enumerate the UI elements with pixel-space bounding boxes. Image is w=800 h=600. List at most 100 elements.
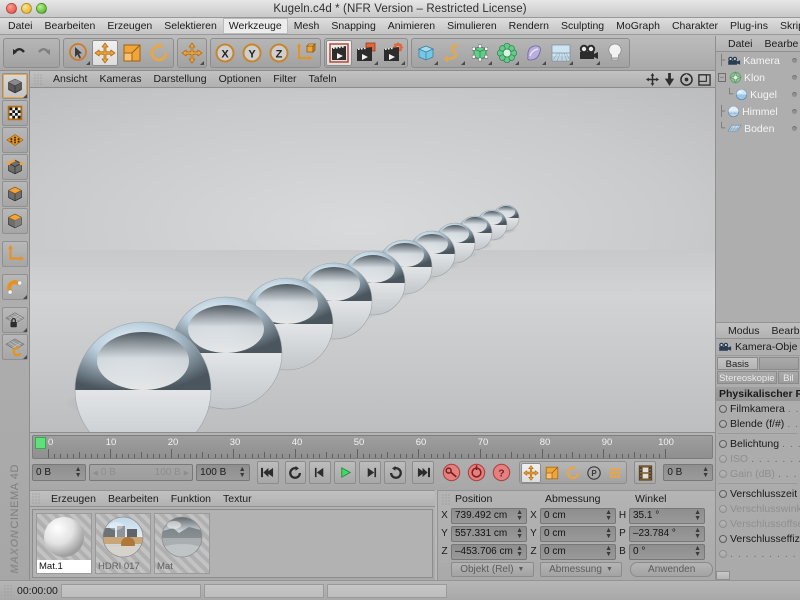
- loop-mode-button[interactable]: [284, 461, 307, 484]
- menu-plugins[interactable]: Plug-ins: [724, 18, 774, 34]
- viewport-menu-ansicht[interactable]: Ansicht: [47, 73, 93, 85]
- key-scale-button[interactable]: [542, 463, 562, 483]
- checkbox-icon[interactable]: [719, 489, 727, 498]
- object-row-himmel[interactable]: ├ Himmel: [716, 103, 800, 120]
- key-rotation-button[interactable]: [563, 463, 583, 483]
- size-x-input[interactable]: 0 cm ▲ ▼: [540, 507, 616, 524]
- go-to-end-button[interactable]: [412, 461, 435, 484]
- panel-grip[interactable]: [4, 585, 13, 596]
- object-row-klon[interactable]: − Klon: [716, 69, 800, 86]
- scale-tool-button[interactable]: [119, 40, 145, 66]
- stepper-icon[interactable]: ▲ ▼: [516, 509, 523, 522]
- tab-stereoskopie[interactable]: Stereoskopie: [717, 371, 777, 384]
- viewport-menu-filter[interactable]: Filter: [267, 73, 302, 85]
- go-to-start-button[interactable]: [256, 461, 279, 484]
- visibility-dot[interactable]: [792, 126, 797, 131]
- material-menu-funktion[interactable]: Funktion: [165, 493, 217, 505]
- object-row-kamera[interactable]: ├ Kamera: [716, 52, 800, 69]
- property-filmkamera[interactable]: Filmkamera . . . .: [716, 401, 800, 416]
- model-mode-button[interactable]: [1, 73, 28, 99]
- key-parameter-button[interactable]: P: [584, 463, 604, 483]
- autokey-button[interactable]: [466, 461, 488, 484]
- visibility-dot[interactable]: [792, 92, 797, 97]
- size-mode-dropdown[interactable]: Abmessung ▼: [539, 562, 623, 577]
- lock-y-axis-button[interactable]: Y: [239, 40, 265, 66]
- object-menu-datei[interactable]: Datei: [722, 38, 759, 50]
- menu-werkzeuge[interactable]: Werkzeuge: [222, 18, 288, 34]
- viewport-menu-kameras[interactable]: Kameras: [93, 73, 147, 85]
- object-tree[interactable]: ├ Kamera − Klon └ Kugel ├ Himmel └ Boden: [716, 52, 800, 322]
- spline-button[interactable]: [440, 40, 466, 66]
- visibility-dot[interactable]: [792, 75, 797, 80]
- undo-button[interactable]: [5, 40, 31, 66]
- object-tags[interactable]: [792, 69, 797, 86]
- rotate-tool-button[interactable]: [146, 40, 172, 66]
- loop-back-button[interactable]: [384, 461, 407, 484]
- angle-b-input[interactable]: 0 ° ▲ ▼: [629, 543, 705, 560]
- modeling-object-button[interactable]: [494, 40, 520, 66]
- timeline-panel-button[interactable]: [634, 461, 657, 484]
- pos-z-input[interactable]: –453.706 cm ▲ ▼: [451, 543, 527, 560]
- tab-bild[interactable]: Bil: [777, 371, 799, 384]
- menu-bearbeiten[interactable]: Bearbeiten: [39, 18, 102, 34]
- property-blende[interactable]: Blende (f/#) . . . .: [716, 416, 800, 431]
- menu-mograph[interactable]: MoGraph: [610, 18, 666, 34]
- stepper-icon[interactable]: ▲ ▼: [694, 527, 701, 540]
- object-tags[interactable]: [792, 86, 797, 103]
- preview-range-field[interactable]: ◀ 0 B 100 B ▶: [88, 464, 194, 481]
- apply-button[interactable]: Anwenden: [630, 562, 714, 577]
- keyframe-select-button[interactable]: ?: [491, 461, 513, 484]
- render-settings-button[interactable]: [380, 40, 406, 66]
- timeline-ruler[interactable]: 0 10 20 30 40 50 60 70 80 90 100: [32, 435, 713, 459]
- render-view-button[interactable]: [326, 39, 352, 66]
- material-menu-textur[interactable]: Textur: [217, 493, 258, 505]
- panel-grip[interactable]: [32, 493, 41, 504]
- render-picture-viewer-button[interactable]: [353, 40, 379, 66]
- attribute-menu-bearbeiten[interactable]: Bearb: [766, 325, 800, 337]
- object-tags[interactable]: [792, 103, 797, 120]
- pos-y-input[interactable]: 557.331 cm ▲ ▼: [451, 525, 527, 542]
- tab-extra-1[interactable]: [758, 357, 799, 370]
- primitive-cube-button[interactable]: [413, 40, 439, 66]
- coordinate-space-dropdown[interactable]: Objekt (Rel) ▼: [451, 562, 534, 577]
- step-forward-button[interactable]: [359, 461, 382, 484]
- world-axis-button[interactable]: [1, 241, 28, 267]
- viewport-3d[interactable]: [30, 88, 715, 433]
- stepper-icon[interactable]: ▲ ▼: [702, 466, 709, 479]
- environment-button[interactable]: [548, 40, 574, 66]
- current-frame-field[interactable]: 0 B ▲ ▼: [32, 464, 86, 481]
- edges-mode-button[interactable]: [1, 154, 28, 180]
- material-name[interactable]: Mat.1: [37, 560, 91, 573]
- checkbox-icon[interactable]: [719, 404, 727, 413]
- stepper-icon[interactable]: ▲ ▼: [605, 545, 612, 558]
- stepper-icon[interactable]: ▲ ▼: [605, 527, 612, 540]
- size-z-input[interactable]: 0 cm ▲ ▼: [540, 543, 616, 560]
- material-menu-bearbeiten[interactable]: Bearbeiten: [102, 493, 165, 505]
- maximize-icon[interactable]: [698, 73, 711, 86]
- stepper-icon[interactable]: ▲ ▼: [694, 545, 701, 558]
- lock-z-axis-button[interactable]: Z: [266, 40, 292, 66]
- checkbox-icon[interactable]: [719, 419, 727, 428]
- lock-workplane-button[interactable]: [1, 307, 28, 333]
- property-belichtung[interactable]: Belichtung . . . . .: [716, 436, 800, 451]
- texture-mode-button[interactable]: [1, 100, 28, 126]
- points-mode-button[interactable]: [1, 127, 28, 153]
- menu-simulieren[interactable]: Simulieren: [441, 18, 503, 34]
- material-list[interactable]: Mat.1 HDRI 017 Mat: [32, 509, 433, 578]
- key-pla-button[interactable]: [605, 463, 625, 483]
- menu-erzeugen[interactable]: Erzeugen: [101, 18, 158, 34]
- object-tags[interactable]: [792, 120, 797, 137]
- viewport-menu-tafeln[interactable]: Tafeln: [303, 73, 343, 85]
- menu-sculpting[interactable]: Sculpting: [555, 18, 610, 34]
- light-button[interactable]: [602, 40, 628, 66]
- object-row-boden[interactable]: └ Boden: [716, 120, 800, 137]
- timeline-playhead[interactable]: [35, 437, 46, 449]
- pan-icon[interactable]: [646, 72, 659, 86]
- live-selection-button[interactable]: [65, 40, 91, 66]
- object-axis-button[interactable]: [1, 208, 28, 234]
- angle-p-input[interactable]: –23.784 ° ▲ ▼: [629, 525, 705, 542]
- document-end-field[interactable]: 100 B ▲ ▼: [196, 464, 250, 481]
- move-tool-button[interactable]: [92, 39, 118, 66]
- polygons-mode-button[interactable]: [1, 181, 28, 207]
- status-field-2[interactable]: [203, 583, 324, 598]
